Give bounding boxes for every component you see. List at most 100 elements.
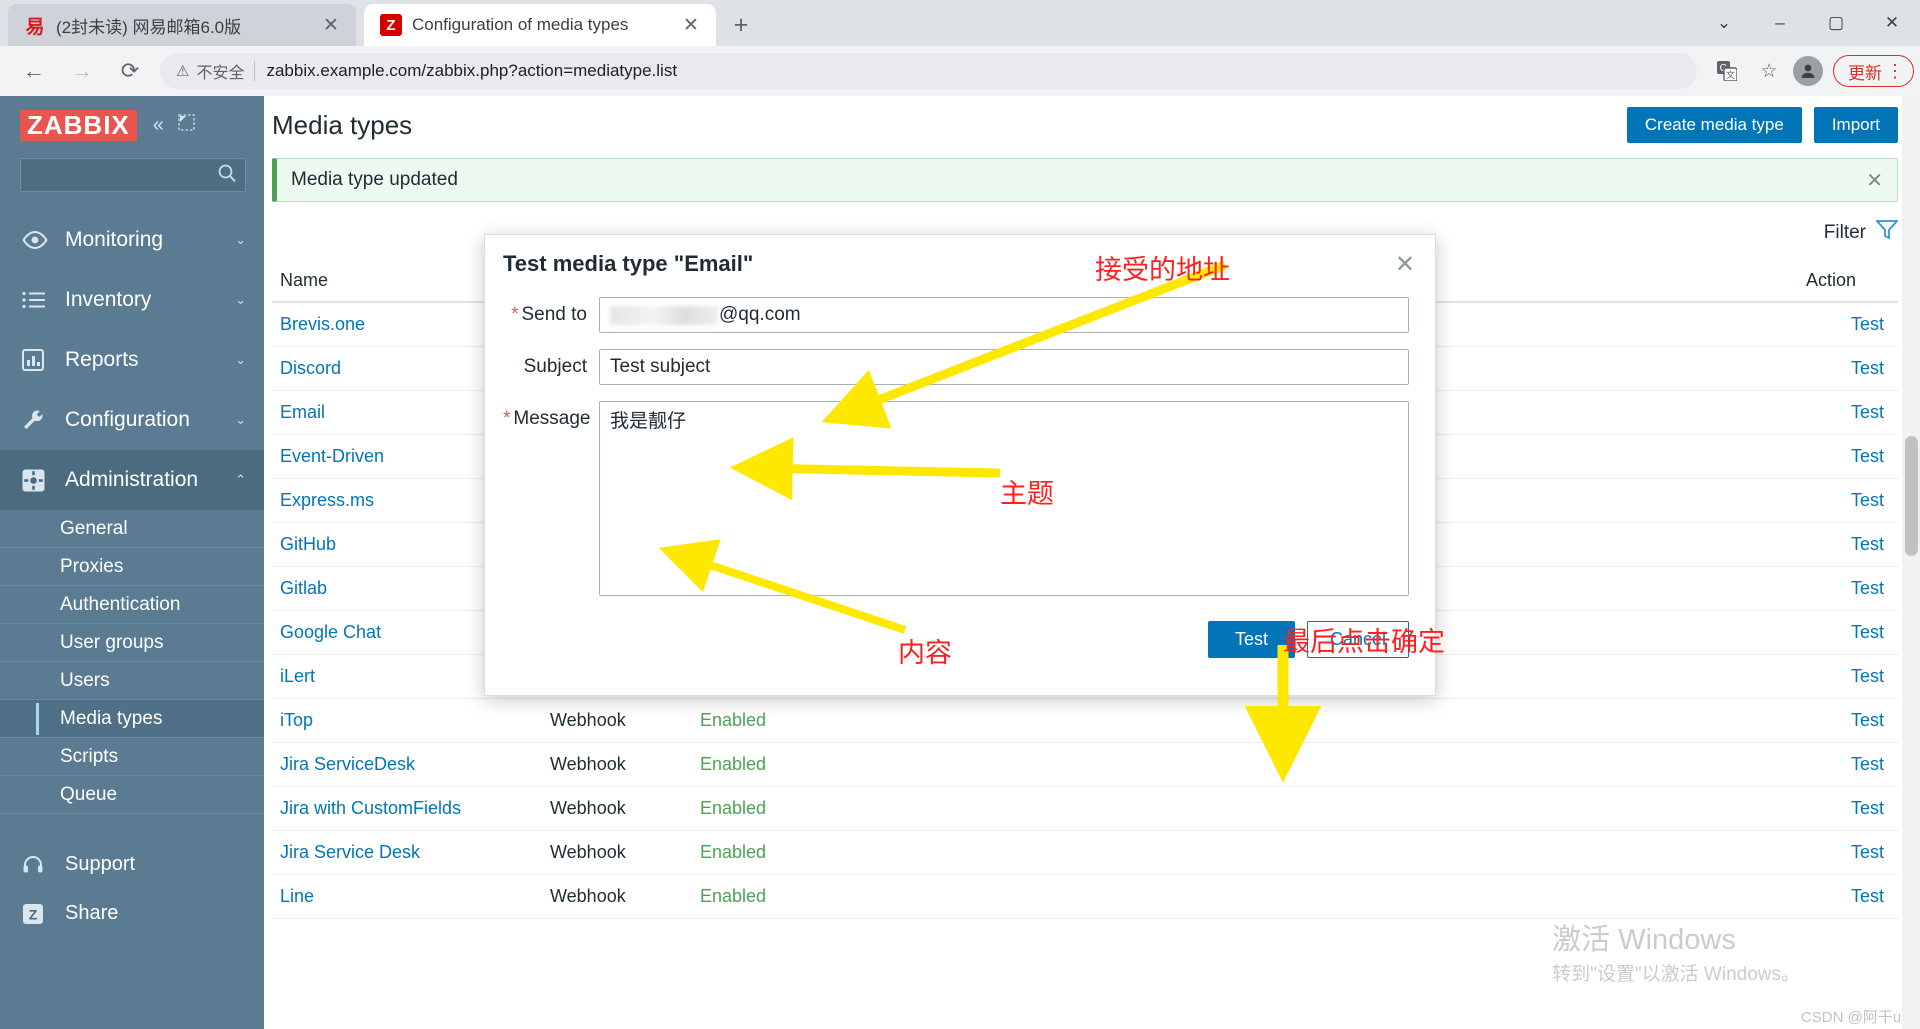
dialog-header: Test media type "Email" ✕ bbox=[485, 235, 1435, 293]
new-tab-button[interactable]: + bbox=[726, 10, 756, 40]
cell-name[interactable]: iTop bbox=[272, 698, 542, 743]
page-scrollbar[interactable] bbox=[1902, 96, 1920, 1029]
sidebar-subitem-label: Media types bbox=[60, 707, 163, 729]
sidebar-item-inventory[interactable]: Inventory ⌄ bbox=[0, 270, 264, 330]
cancel-button[interactable]: Cancel bbox=[1306, 621, 1409, 658]
test-link[interactable]: Test bbox=[1851, 534, 1890, 554]
sidebar-menu: Monitoring ⌄ Inventory ⌄ Reports ⌄ Confi… bbox=[0, 210, 264, 938]
wrench-icon bbox=[22, 409, 56, 431]
cell-status[interactable]: Enabled bbox=[692, 830, 812, 875]
sidebar-expand-icon[interactable] bbox=[178, 114, 195, 136]
minimize-button[interactable]: – bbox=[1752, 0, 1808, 46]
column-header-action: Action bbox=[1798, 260, 1898, 303]
cell-name[interactable]: Jira Service Desk bbox=[272, 830, 542, 875]
test-link[interactable]: Test bbox=[1851, 754, 1890, 774]
sidebar-item-media-types[interactable]: Media types bbox=[0, 700, 264, 738]
test-link[interactable]: Test bbox=[1851, 842, 1890, 862]
dialog-footer: Test Cancel bbox=[485, 617, 1435, 658]
list-icon bbox=[22, 291, 56, 309]
test-link[interactable]: Test bbox=[1851, 402, 1890, 422]
sidebar-item-administration[interactable]: Administration ⌃ bbox=[0, 450, 264, 510]
browser-tab-inactive[interactable]: 易 (2封未读) 网易邮箱6.0版 ✕ bbox=[8, 4, 356, 46]
browser-tab-active[interactable]: Z Configuration of media types ✕ bbox=[364, 4, 716, 46]
browser-menu-icon[interactable]: ⋮ bbox=[1886, 62, 1904, 80]
test-link[interactable]: Test bbox=[1851, 710, 1890, 730]
funnel-icon[interactable] bbox=[1874, 220, 1900, 246]
sidebar-collapse-icon[interactable]: « bbox=[153, 114, 164, 137]
cell-status[interactable]: Enabled bbox=[692, 742, 812, 787]
sidebar-item-scripts[interactable]: Scripts bbox=[0, 738, 264, 776]
cell-status[interactable]: Enabled bbox=[692, 698, 812, 743]
table-row: Line Webhook Enabled Test bbox=[272, 874, 1898, 919]
field-row-subject: Subject bbox=[503, 349, 1409, 385]
success-message-bar: Media type updated ✕ bbox=[272, 158, 1898, 202]
cell-status[interactable]: Enabled bbox=[692, 786, 812, 831]
mail163-icon: 易 bbox=[25, 16, 45, 38]
cell-name[interactable]: Line bbox=[272, 874, 542, 919]
chevron-down-icon[interactable]: ⌄ bbox=[1696, 0, 1752, 46]
test-link[interactable]: Test bbox=[1851, 490, 1890, 510]
sidebar-item-queue[interactable]: Queue bbox=[0, 776, 264, 814]
sidebar-item-support[interactable]: Support bbox=[0, 840, 264, 889]
test-media-type-dialog: Test media type "Email" ✕ * Send to @qq.c… bbox=[484, 234, 1436, 696]
test-link[interactable]: Test bbox=[1851, 622, 1890, 642]
sidebar-search[interactable] bbox=[20, 158, 246, 192]
tab-close-icon[interactable]: ✕ bbox=[678, 12, 704, 38]
filter-label[interactable]: Filter bbox=[1824, 222, 1866, 244]
close-icon[interactable]: ✕ bbox=[1866, 168, 1883, 193]
test-link[interactable]: Test bbox=[1851, 314, 1890, 334]
test-link[interactable]: Test bbox=[1851, 578, 1890, 598]
scrollbar-thumb[interactable] bbox=[1905, 436, 1918, 556]
sidebar-item-configuration[interactable]: Configuration ⌄ bbox=[0, 390, 264, 450]
url-text: zabbix.example.com/zabbix.php?action=med… bbox=[266, 61, 678, 80]
tab-close-icon[interactable]: ✕ bbox=[318, 12, 344, 38]
test-link[interactable]: Test bbox=[1851, 886, 1890, 906]
import-button[interactable]: Import bbox=[1813, 107, 1898, 143]
sidebar-item-users[interactable]: Users bbox=[0, 662, 264, 700]
create-media-type-button[interactable]: Create media type bbox=[1626, 107, 1802, 143]
subject-input[interactable] bbox=[599, 349, 1409, 385]
cell-type: Webhook bbox=[542, 874, 692, 919]
sidebar-item-user-groups[interactable]: User groups bbox=[0, 624, 264, 662]
test-link[interactable]: Test bbox=[1851, 446, 1890, 466]
sidebar-item-authentication[interactable]: Authentication bbox=[0, 586, 264, 624]
reload-icon[interactable]: ⟳ bbox=[110, 51, 150, 91]
cell-status[interactable]: Enabled bbox=[692, 874, 812, 919]
chart-icon bbox=[22, 349, 56, 371]
translate-icon[interactable]: G 文 bbox=[1709, 53, 1745, 89]
sidebar-item-general[interactable]: General bbox=[0, 510, 264, 548]
browser-tab-strip: 易 (2封未读) 网易邮箱6.0版 ✕ Z Configuration of m… bbox=[0, 0, 1920, 46]
sidebar-item-monitoring[interactable]: Monitoring ⌄ bbox=[0, 210, 264, 270]
sidebar-item-label: Share bbox=[65, 902, 119, 924]
forward-icon[interactable]: → bbox=[62, 51, 102, 91]
close-icon[interactable]: ✕ bbox=[1395, 250, 1415, 279]
message-textarea[interactable] bbox=[599, 401, 1409, 596]
cell-name[interactable]: Jira with CustomFields bbox=[272, 786, 542, 831]
window-controls: ⌄ – ▢ ✕ bbox=[1696, 0, 1920, 46]
back-icon[interactable]: ← bbox=[14, 51, 54, 91]
maximize-button[interactable]: ▢ bbox=[1808, 0, 1864, 46]
search-icon[interactable] bbox=[217, 163, 237, 188]
test-link[interactable]: Test bbox=[1851, 798, 1890, 818]
headset-icon bbox=[22, 854, 56, 876]
address-bar[interactable]: ⚠ 不安全 zabbix.example.com/zabbix.php?acti… bbox=[160, 53, 1697, 89]
sidebar-item-reports[interactable]: Reports ⌄ bbox=[0, 330, 264, 390]
redacted-email-prefix bbox=[610, 305, 718, 325]
page-title: Media types bbox=[272, 109, 413, 140]
profile-avatar[interactable] bbox=[1793, 56, 1823, 86]
send-to-input[interactable]: @qq.com bbox=[599, 297, 1409, 333]
header-actions: Create media type Import bbox=[1626, 107, 1898, 143]
test-link[interactable]: Test bbox=[1851, 358, 1890, 378]
cell-name[interactable]: Jira ServiceDesk bbox=[272, 742, 542, 787]
test-button[interactable]: Test bbox=[1207, 621, 1295, 658]
bookmark-star-icon[interactable]: ☆ bbox=[1751, 53, 1787, 89]
close-window-button[interactable]: ✕ bbox=[1864, 0, 1920, 46]
test-link[interactable]: Test bbox=[1851, 666, 1890, 686]
sidebar-item-proxies[interactable]: Proxies bbox=[0, 548, 264, 586]
sidebar-item-label: Configuration bbox=[65, 408, 190, 431]
cell-used bbox=[812, 742, 1100, 787]
sidebar-item-share[interactable]: Z Share bbox=[0, 889, 264, 938]
search-input[interactable] bbox=[29, 165, 217, 185]
csdn-watermark: CSDN @阿干uU bbox=[1800, 1009, 1912, 1026]
update-button[interactable]: 更新 ⋮ bbox=[1833, 55, 1914, 87]
